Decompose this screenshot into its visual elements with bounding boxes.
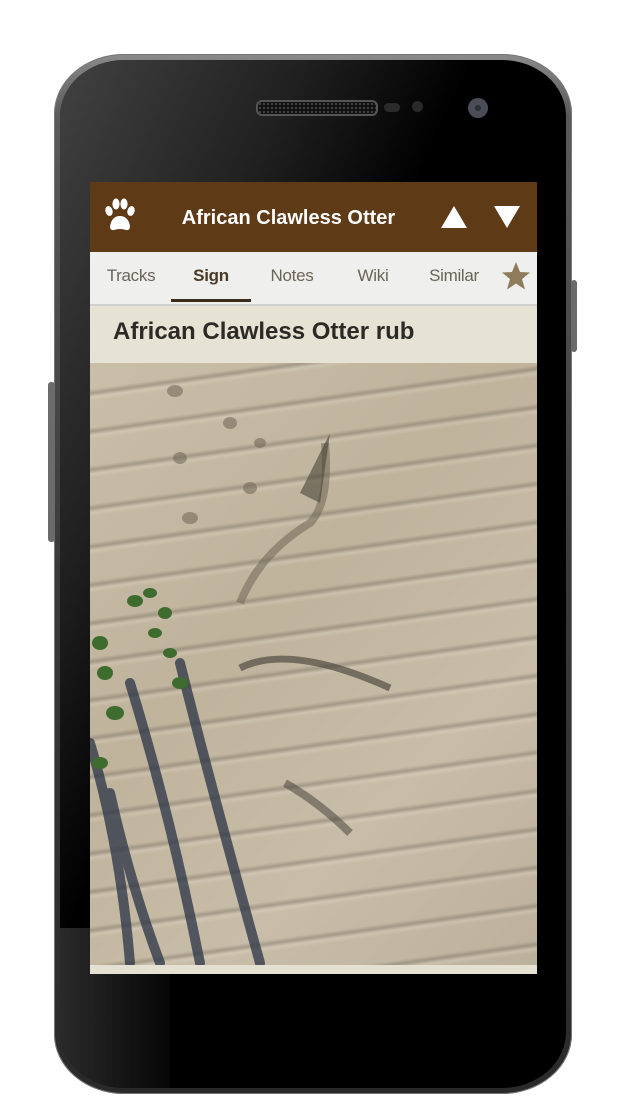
triangle-up-icon[interactable] <box>440 204 468 230</box>
tab-tracks[interactable]: Tracks <box>98 252 164 304</box>
rub-mark <box>238 655 392 692</box>
tab-bar: Tracks Sign Notes Wiki Similar <box>90 252 537 306</box>
bottom-strip <box>90 965 537 974</box>
rub-mark-lower <box>283 779 353 836</box>
volume-button[interactable] <box>48 382 55 542</box>
tab-sign[interactable]: Sign <box>171 252 251 304</box>
tab-wiki[interactable]: Wiki <box>348 252 398 304</box>
power-button[interactable] <box>571 280 577 352</box>
earpiece-speaker <box>256 100 378 116</box>
app-screen: African Clawless Otter Tracks Sign Notes… <box>90 182 537 974</box>
light-sensor <box>412 101 423 112</box>
tab-similar[interactable]: Similar <box>424 252 484 304</box>
section-title: African Clawless Otter rub <box>90 306 537 362</box>
sign-photo[interactable] <box>90 363 537 965</box>
paw-icon[interactable] <box>102 196 138 234</box>
proximity-sensor <box>384 103 400 112</box>
species-title: African Clawless Otter <box>181 207 396 229</box>
app-header: African Clawless Otter <box>90 182 537 252</box>
tab-notes[interactable]: Notes <box>260 252 324 304</box>
footprints <box>167 385 266 524</box>
green-plant <box>92 588 188 769</box>
photo-content <box>90 385 392 965</box>
triangle-down-icon[interactable] <box>493 204 521 230</box>
front-camera <box>468 98 488 118</box>
star-icon[interactable] <box>501 261 531 291</box>
